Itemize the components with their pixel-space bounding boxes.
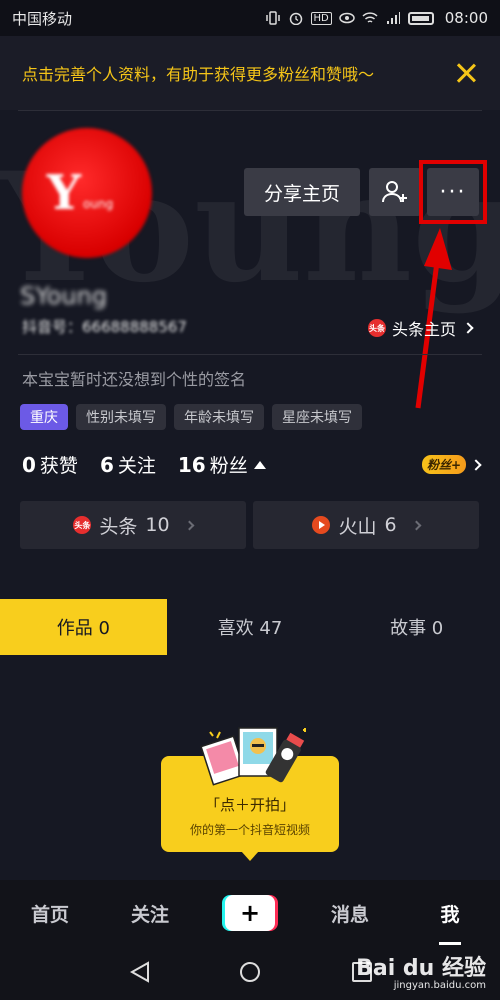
- card-count: 10: [145, 514, 170, 536]
- tag-age[interactable]: 年龄未填写: [174, 404, 264, 430]
- card-label: 头条: [99, 515, 138, 538]
- wifi-icon: [362, 12, 378, 23]
- username: SYoung: [20, 282, 108, 310]
- fans-count[interactable]: 16: [178, 453, 206, 477]
- avatar-letter: Y: [46, 165, 82, 221]
- likes-count[interactable]: 0: [22, 453, 36, 477]
- fans-plus-badge: 粉丝+: [422, 455, 467, 474]
- complete-profile-banner[interactable]: 点击完善个人资料，有助于获得更多粉丝和赞哦～: [0, 36, 500, 110]
- huoshan-icon: [312, 516, 331, 534]
- add-user-icon: [382, 181, 407, 203]
- chevron-right-icon: [411, 520, 421, 530]
- avatar[interactable]: Y oung: [22, 128, 152, 258]
- baidu-jingyan-watermark: Bai du 经验 jingyan.baidu.com: [356, 950, 486, 991]
- caret-up-icon[interactable]: [253, 461, 266, 469]
- create-button[interactable]: +: [222, 895, 278, 931]
- nav-messages[interactable]: 消息: [300, 900, 400, 927]
- toutiao-icon: 头条: [368, 319, 386, 337]
- watermark-brand: Bai du 经验: [356, 956, 486, 981]
- avatar-sub: oung: [83, 197, 114, 211]
- hd-icon: HD: [310, 11, 332, 25]
- nav-me[interactable]: 我: [400, 900, 500, 945]
- watermark-url: jingyan.baidu.com: [393, 980, 486, 991]
- carrier-label: 中国移动: [12, 9, 73, 28]
- close-icon[interactable]: [454, 61, 478, 85]
- share-profile-button[interactable]: 分享主页: [244, 168, 360, 216]
- battery-icon: [407, 11, 434, 25]
- nav-following[interactable]: 关注: [100, 900, 200, 927]
- tab-works[interactable]: 作品 0: [0, 599, 167, 655]
- toutiao-icon: 头条: [73, 516, 92, 534]
- nav-home[interactable]: 首页: [0, 900, 100, 927]
- toutiao-homepage-link[interactable]: 头条 头条主页: [368, 316, 474, 340]
- banner-text[interactable]: 点击完善个人资料，有助于获得更多粉丝和赞哦～: [22, 61, 454, 85]
- likes-label[interactable]: 获赞: [40, 451, 78, 478]
- plus-icon: +: [225, 895, 275, 931]
- tab-stories[interactable]: 故事 0: [333, 599, 500, 655]
- toutiao-link-label: 头条主页: [392, 320, 457, 339]
- card-notch: [241, 851, 259, 861]
- bio[interactable]: 本宝宝暂时还没想到个性的签名: [22, 366, 246, 390]
- tag-gender[interactable]: 性别未填写: [76, 404, 166, 430]
- bottom-navigation: 首页 关注 + 消息 我: [0, 880, 500, 946]
- tag-zodiac[interactable]: 星座未填写: [272, 404, 362, 430]
- card-label: 火山: [338, 515, 377, 538]
- following-count[interactable]: 6: [100, 453, 114, 477]
- profile-tags: 重庆 性别未填写 年龄未填写 星座未填写: [20, 404, 362, 430]
- following-label[interactable]: 关注: [118, 451, 156, 478]
- more-options-button[interactable]: ···: [427, 168, 479, 216]
- empty-subtitle: 你的第一个抖音短视频: [189, 823, 310, 837]
- camera-illustration-icon: [200, 727, 306, 786]
- chevron-right-icon: [184, 520, 195, 530]
- nav-create[interactable]: +: [200, 895, 300, 931]
- back-icon[interactable]: [128, 960, 152, 984]
- fans-plus-link[interactable]: 粉丝+: [422, 455, 482, 474]
- chevron-right-icon: [462, 322, 474, 334]
- status-bar: 中国移动 HD 08:00: [0, 0, 500, 36]
- divider: [18, 110, 482, 111]
- huoshan-card[interactable]: 火山 6: [253, 501, 479, 549]
- signal-icon: [386, 12, 400, 24]
- toutiao-card[interactable]: 头条 头条 10: [20, 501, 246, 549]
- fans-label[interactable]: 粉丝: [210, 451, 248, 478]
- empty-title: 「点＋开拍」: [204, 796, 295, 814]
- tab-likes[interactable]: 喜欢 47: [167, 599, 334, 655]
- clock: 08:00: [444, 9, 488, 27]
- tag-location[interactable]: 重庆: [20, 404, 68, 430]
- chevron-right-icon: [470, 458, 482, 471]
- divider: [18, 354, 482, 355]
- vibrate-icon: [265, 11, 280, 25]
- card-count: 6: [384, 514, 397, 536]
- home-icon[interactable]: [238, 960, 262, 984]
- profile-tabs: 作品 0 喜欢 47 故事 0: [0, 599, 500, 655]
- douyin-id: 抖音号：66688888567: [22, 318, 187, 336]
- profile-stats: 0 获赞 6 关注 16 粉丝: [22, 451, 266, 478]
- add-friend-button[interactable]: [369, 168, 421, 216]
- eye-icon: [339, 12, 355, 24]
- alarm-icon: [289, 12, 302, 25]
- status-icons: HD 08:00: [265, 9, 488, 27]
